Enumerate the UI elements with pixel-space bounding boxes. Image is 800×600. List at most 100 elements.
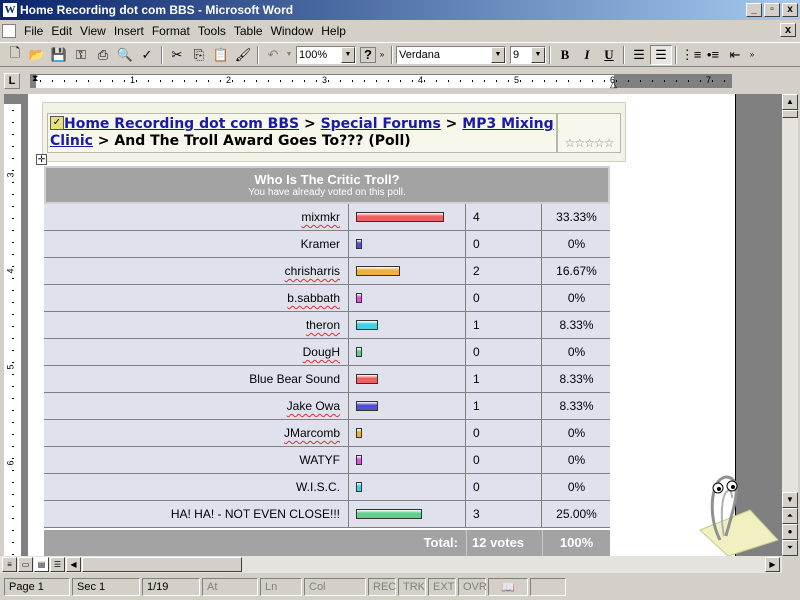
undo-dropdown-icon[interactable]: ▼	[284, 45, 294, 65]
status-page: Page 1	[4, 578, 70, 596]
status-trk[interactable]: TRK	[398, 578, 426, 596]
poll-option-name: Blue Bear Sound	[44, 366, 349, 392]
font-size-value: 9	[513, 48, 520, 61]
word-app-icon[interactable]: W	[3, 3, 17, 17]
ruler-tick	[12, 494, 14, 495]
ruler-number: 6	[5, 460, 16, 466]
menu-edit[interactable]: Edit	[47, 24, 76, 38]
poll-option-name: chrisharris	[44, 258, 349, 284]
scroll-up-button[interactable]: ▲	[782, 94, 798, 110]
table-move-handle-icon[interactable]: ✛	[36, 154, 47, 165]
poll-option-percent: 0%	[567, 291, 586, 305]
new-document-icon[interactable]: 🗋	[4, 45, 26, 65]
menu-insert[interactable]: Insert	[110, 24, 148, 38]
status-rec[interactable]: REC	[368, 578, 396, 596]
chevron-down-icon[interactable]: ▼	[531, 46, 545, 63]
print-preview-icon[interactable]: 🔍	[114, 45, 136, 65]
scroll-thumb[interactable]	[782, 110, 798, 118]
horizontal-scrollbar[interactable]: ≡ ▭ ▤ ☰ ◀ ▶	[0, 556, 782, 573]
bullets-icon[interactable]: •≡	[702, 45, 724, 65]
undo-icon[interactable]: ↶	[262, 45, 284, 65]
close-window-button[interactable]: x	[782, 3, 798, 17]
restore-button[interactable]: ▫	[764, 3, 780, 17]
ruler-strip[interactable]: 1 2 3 4 5 6 7 ⧗ △	[30, 73, 732, 89]
menu-window[interactable]: Window	[267, 24, 318, 38]
ruler-number: 3	[5, 172, 16, 178]
chevron-down-icon[interactable]: ▼	[491, 46, 505, 63]
menu-help[interactable]: Help	[317, 24, 350, 38]
close-document-button[interactable]: x	[780, 23, 796, 37]
status-ovr[interactable]: OVR	[458, 578, 487, 596]
document-page[interactable]: ✓ Home Recording dot com BBS > Special Fo…	[28, 94, 736, 556]
ruler-tick	[12, 194, 14, 195]
scroll-left-button[interactable]: ◀	[66, 557, 81, 572]
scroll-right-button[interactable]: ▶	[765, 557, 780, 572]
ruler-tick	[12, 482, 14, 483]
menu-format[interactable]: Format	[148, 24, 194, 38]
select-browse-object-button[interactable]: ●	[782, 524, 798, 540]
chevron-down-icon[interactable]: ▼	[341, 46, 355, 63]
align-left-icon[interactable]: ☰	[628, 45, 650, 65]
help-icon[interactable]: ?	[360, 46, 376, 63]
print-layout-icon[interactable]: ▤	[34, 557, 49, 572]
total-label: Total:	[44, 530, 467, 556]
status-column: Col	[304, 578, 366, 596]
format-painter-icon[interactable]: 🖌	[232, 45, 254, 65]
ruler-tick	[292, 80, 293, 82]
underline-button[interactable]: U	[598, 45, 620, 65]
ruler-tick	[580, 80, 581, 82]
menu-bar: File Edit View Insert Format Tools Table…	[0, 20, 800, 41]
web-layout-icon[interactable]: ▭	[18, 557, 33, 572]
tab-selector[interactable]: L	[4, 73, 20, 89]
menu-tools[interactable]: Tools	[194, 24, 230, 38]
poll-option-name: Kramer	[44, 231, 349, 257]
align-center-icon[interactable]: ☰	[650, 44, 672, 65]
font-name-select[interactable]: Verdana ▼	[396, 45, 506, 64]
ruler-tick	[112, 80, 113, 82]
toolbar-options-icon[interactable]: »	[376, 45, 388, 65]
copy-icon[interactable]: ⎘	[188, 45, 210, 65]
outline-view-icon[interactable]: ☰	[50, 557, 65, 572]
numbering-icon[interactable]: ⋮≡	[680, 45, 702, 65]
status-ext[interactable]: EXT	[428, 578, 456, 596]
decrease-indent-icon[interactable]: ⇤	[724, 45, 746, 65]
menu-table[interactable]: Table	[230, 24, 267, 38]
poll-option-votes: 0	[467, 420, 542, 446]
ruler-tick	[12, 278, 14, 279]
document-area[interactable]: ✓ Home Recording dot com BBS > Special Fo…	[22, 94, 782, 556]
scroll-down-button[interactable]: ▼	[782, 492, 798, 508]
cut-icon[interactable]: ✂	[166, 45, 188, 65]
scroll-thumb[interactable]	[82, 557, 242, 572]
next-page-button[interactable]: ⏷	[782, 540, 798, 556]
poll-option-votes: 2	[467, 258, 542, 284]
minimize-button[interactable]: _	[746, 3, 762, 17]
spelling-status-icon[interactable]: 📖	[488, 578, 528, 596]
font-size-select[interactable]: 9 ▼	[510, 45, 546, 64]
save-icon[interactable]: 💾	[48, 45, 70, 65]
ruler-margin-top	[4, 94, 21, 104]
previous-page-button[interactable]: ⏶	[782, 508, 798, 524]
bold-button[interactable]: B	[554, 45, 576, 65]
open-folder-icon[interactable]: 📂	[26, 45, 48, 65]
toolbar-more-icon[interactable]: »	[746, 45, 758, 65]
breadcrumb-link-special-forums[interactable]: Special Forums	[321, 116, 441, 132]
menu-file[interactable]: File	[20, 24, 47, 38]
office-assistant-icon[interactable]	[680, 470, 780, 556]
print-icon[interactable]: ⎙	[92, 45, 114, 65]
breadcrumb-link-home[interactable]: Home Recording dot com BBS	[64, 116, 299, 132]
document-icon[interactable]	[2, 23, 16, 38]
zoom-select[interactable]: 100% ▼	[296, 45, 356, 64]
permission-icon[interactable]: ⚿	[70, 45, 92, 65]
spelling-icon[interactable]: ✓	[136, 45, 158, 65]
ruler-margin-right	[614, 75, 732, 88]
thread-rating-stars[interactable]: ☆☆☆☆☆	[557, 113, 621, 153]
ruler-tick	[12, 110, 14, 111]
vertical-scrollbar[interactable]: ▲ ▼ ⏶ ● ⏷	[782, 94, 798, 556]
poll-option-votes: 3	[467, 501, 542, 527]
paste-icon[interactable]: 📋	[210, 45, 232, 65]
ruler-tick	[652, 80, 653, 82]
left-indent-marker[interactable]: ⧗	[32, 73, 38, 84]
menu-view[interactable]: View	[76, 24, 110, 38]
italic-button[interactable]: I	[576, 45, 598, 65]
normal-view-icon[interactable]: ≡	[2, 557, 17, 572]
